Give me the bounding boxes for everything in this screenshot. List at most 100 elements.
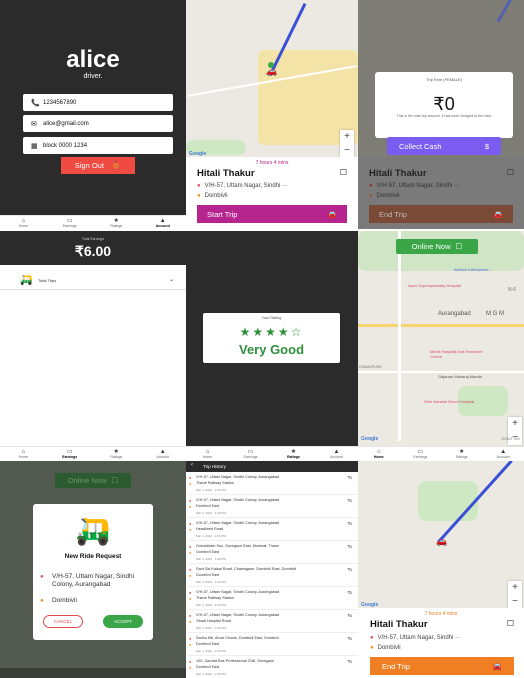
tab-earnings[interactable]: ▭ Earnings bbox=[47, 216, 94, 229]
bottom-tab-bar: ⌂ Home ▭ Earnings ★ Ratings ▲ Account bbox=[0, 446, 186, 460]
start-trip-screen: 🚗 + − Google 7 hours 4 mins Hitali Thakur… bbox=[186, 0, 358, 229]
tab-ratings[interactable]: ★ Ratings bbox=[441, 447, 483, 460]
history-from: Sadhu Bill, Amar Chowk, Dombivli East, D… bbox=[196, 636, 279, 640]
drop-pin-icon: ● bbox=[189, 481, 192, 486]
tab-home[interactable]: ⌂ Home bbox=[186, 447, 229, 460]
history-date: Mar 4, 2022 · 1:00 PM bbox=[196, 672, 226, 676]
history-date: Mar 4, 2022 · 1:00 PM bbox=[196, 511, 226, 515]
rider-name: Hitali Thakur bbox=[370, 619, 428, 630]
place-label: Aurangabad bbox=[438, 311, 471, 317]
end-trip-button[interactable]: End Trip 🚘 bbox=[369, 205, 513, 223]
chat-icon[interactable]: ☐ bbox=[507, 168, 514, 177]
history-item[interactable]: ● Sant Sai Kalsai Road, Chawrigaon, Dombi… bbox=[188, 564, 358, 587]
tab-account[interactable]: ▲ Account bbox=[140, 447, 187, 460]
history-amount: ₹0 bbox=[347, 476, 352, 480]
rider-name: Hitali Thakur bbox=[369, 168, 427, 179]
rating-title: Your Rating bbox=[261, 316, 282, 320]
pickup-pin-icon: ● bbox=[189, 636, 192, 641]
drop-pin-icon: ● bbox=[40, 598, 44, 604]
fare-dialog: Trip Fare (FEMALE) ₹0 This is the total … bbox=[375, 72, 513, 138]
tab-account[interactable]: ▲ Account bbox=[315, 447, 358, 460]
history-item[interactable]: ● V/H-57, Uttam Nagar, Sindhi Colony, Aur… bbox=[188, 495, 358, 518]
history-to: Dombivli East bbox=[196, 550, 220, 554]
start-trip-button[interactable]: Start Trip 🚘 bbox=[197, 205, 347, 223]
trip-card: 7 hours 4 mins Hitali Thakur ☐ ● V/H-57, … bbox=[358, 608, 524, 678]
history-from: Sant Sai Kalsai Road, Chawrigaon, Dombiv… bbox=[196, 567, 297, 571]
map-area bbox=[418, 481, 478, 521]
tab-home[interactable]: ⌂ Home bbox=[0, 447, 47, 460]
rating-screen: Your Rating ★★★★☆ Very Good ⌂ Home ▭ Earni… bbox=[186, 231, 358, 460]
map-road bbox=[398, 231, 401, 441]
drop-pin-icon: ● bbox=[189, 504, 192, 509]
tab-earnings[interactable]: ▭ Earnings bbox=[47, 447, 94, 460]
sign-out-button[interactable]: Sign Out ⛹ bbox=[61, 157, 135, 174]
chat-icon[interactable]: ☐ bbox=[340, 168, 347, 177]
tab-earnings[interactable]: ▭ Earnings bbox=[400, 447, 442, 460]
route-line bbox=[496, 0, 515, 23]
pickup-pin-icon: ● bbox=[189, 544, 192, 549]
history-amount: ₹0 bbox=[347, 545, 352, 549]
car-icon: 🚘 bbox=[493, 209, 503, 219]
rating-stars: ★★★★☆ bbox=[239, 325, 304, 339]
tab-account[interactable]: ▲ Account bbox=[140, 216, 187, 229]
history-from: V/H-57, Uttam Nagar, Sindhi Colony, Aura… bbox=[196, 590, 280, 594]
history-item[interactable]: ● V/H-57, Uttam Nagar, Sindhi Colony, Aur… bbox=[188, 587, 358, 610]
rating-text: Very Good bbox=[238, 342, 305, 357]
tab-ratings[interactable]: ★ Ratings bbox=[93, 447, 140, 460]
history-item[interactable]: ● 100, Garuda Bus Professional Chill, Gor… bbox=[188, 656, 358, 678]
end-trip-button[interactable]: End Trip 🚘 bbox=[370, 657, 514, 675]
history-title: Trip History bbox=[203, 464, 226, 469]
tab-home[interactable]: ⌂ Home bbox=[358, 447, 400, 460]
back-arrow-icon[interactable]: ‹ bbox=[191, 462, 193, 468]
drop-pin-icon: ● bbox=[189, 665, 192, 670]
history-to: Thane Railway Station bbox=[196, 481, 234, 485]
history-from: V/H-57, Uttam Nagar, Sindhi Colony, Aura… bbox=[196, 475, 280, 479]
history-from: 100, Garuda Bus Professional Chill, Gore… bbox=[196, 659, 275, 663]
history-item[interactable]: ● V/H-57, Uttam Nagar, Sindhi Colony, Aur… bbox=[188, 610, 358, 633]
pickup-pin-icon: ● bbox=[189, 590, 192, 595]
history-item[interactable]: ● V/H-57, Uttam Nagar, Sindhi Colony, Aur… bbox=[188, 472, 358, 495]
email-field[interactable]: ✉ alice@gmail.com bbox=[23, 115, 173, 132]
history-to: Dombivli East bbox=[196, 665, 220, 669]
trip-card: Hitali Thakur ☐ ● V/H-57, Uttam Nagar, Si… bbox=[358, 157, 524, 229]
toggle-icon: ☐ bbox=[111, 476, 119, 485]
history-date: Mar 4, 2022 · 1:00 PM bbox=[196, 626, 226, 630]
history-item[interactable]: ● Gokuldham Soc, Goregaon East, Mumbai, T… bbox=[188, 541, 358, 564]
drop-row: ● Dombivli bbox=[369, 193, 400, 199]
collect-cash-button[interactable]: Collect Cash $ bbox=[387, 137, 501, 155]
earnings-header: Total Earnings ₹6.00 bbox=[0, 231, 186, 265]
tab-ratings[interactable]: ★ Ratings bbox=[93, 216, 140, 229]
phone-field[interactable]: 📞 1234567890 bbox=[23, 94, 173, 111]
tab-earnings[interactable]: ▭ Earnings bbox=[229, 447, 272, 460]
pickup-pin-icon: ● bbox=[40, 574, 44, 580]
toggle-icon: ☐ bbox=[455, 242, 463, 251]
sign-out-icon: ⛹ bbox=[111, 161, 122, 170]
history-date: Mar 4, 2022 · 1:00 PM bbox=[196, 580, 226, 584]
cancel-button[interactable]: CANCEL bbox=[43, 615, 83, 628]
history-item[interactable]: ● Sadhu Bill, Amar Chowk, Dombivli East, … bbox=[188, 633, 358, 656]
auto-rickshaw-icon: 🛺 bbox=[20, 275, 33, 286]
tab-home[interactable]: ⌂ Home bbox=[0, 216, 47, 229]
drop-pin-icon: ● bbox=[189, 573, 192, 578]
vehicle-icon: ▦ bbox=[31, 142, 38, 150]
drop-pin-icon: ● bbox=[370, 645, 374, 651]
zoom-control[interactable]: + − bbox=[340, 130, 354, 158]
place-label: Apex Superspeciality Hospital bbox=[408, 283, 461, 288]
tab-ratings[interactable]: ★ Ratings bbox=[272, 447, 315, 460]
tab-account[interactable]: ▲ Account bbox=[483, 447, 524, 460]
end-trip-screen: 🚗 + − Google 7 hours 4 mins Hitali Thakur… bbox=[358, 461, 524, 678]
zoom-control[interactable]: + − bbox=[508, 581, 522, 609]
vehicle-field[interactable]: ▦ block 0000 1234 bbox=[23, 137, 173, 154]
pickup-marker-icon bbox=[268, 62, 274, 68]
total-trips-row[interactable]: 🛺 Total Trips ⌄ bbox=[0, 272, 186, 290]
chat-icon[interactable]: ☐ bbox=[507, 619, 514, 628]
accept-button[interactable]: ACCEPT bbox=[103, 615, 143, 628]
online-now-button[interactable]: Online Now ☐ bbox=[396, 239, 478, 254]
history-date: Mar 4, 2022 · 1:00 PM bbox=[196, 649, 226, 653]
ride-request-dialog: 🛺 New Ride Request ● V/H-57, Uttam Nagar… bbox=[33, 504, 153, 640]
history-item[interactable]: ● V/H-57, Uttam Nagar, Sindhi Colony, Aur… bbox=[188, 518, 358, 541]
history-amount: ₹0 bbox=[347, 591, 352, 595]
history-to: Thane Railway Station bbox=[196, 596, 234, 600]
map-road bbox=[358, 324, 524, 327]
drop-text: Dombivli bbox=[52, 597, 77, 604]
